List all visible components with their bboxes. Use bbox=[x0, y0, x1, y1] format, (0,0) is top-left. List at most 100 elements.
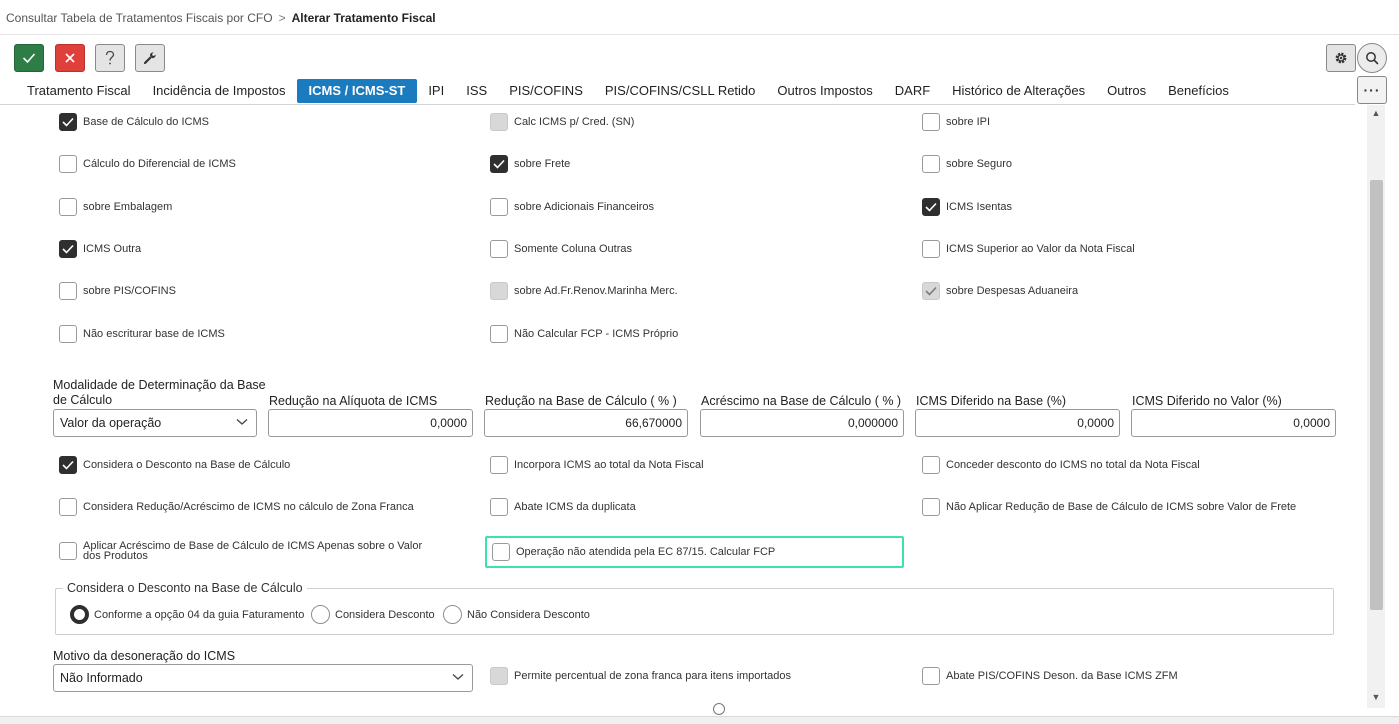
gear-icon bbox=[1335, 52, 1347, 64]
diferido-valor-label: ICMS Diferido no Valor (%) bbox=[1132, 394, 1282, 408]
checkbox-sobre-frete[interactable]: sobre Frete bbox=[490, 155, 570, 173]
tab-beneficios[interactable]: Benefícios bbox=[1157, 79, 1240, 103]
checkbox-box[interactable] bbox=[922, 456, 940, 474]
checkbox-box[interactable] bbox=[59, 498, 77, 516]
tab-historico-alteracoes[interactable]: Histórico de Alterações bbox=[941, 79, 1096, 103]
checkbox-sobre-pis-cofins[interactable]: sobre PIS/COFINS bbox=[59, 282, 176, 300]
checkbox-nao-calcular-fcp[interactable]: Não Calcular FCP - ICMS Próprio bbox=[490, 325, 678, 343]
tab-tratamento-fiscal[interactable]: Tratamento Fiscal bbox=[16, 79, 142, 103]
scroll-up-arrow-icon[interactable]: ▲ bbox=[1371, 108, 1381, 118]
checkbox-box[interactable] bbox=[59, 325, 77, 343]
checkbox-operacao-nao-atendida[interactable]: Operação não atendida pela EC 87/15. Cal… bbox=[492, 543, 775, 561]
checkbox-box[interactable] bbox=[922, 667, 940, 685]
checkbox-box[interactable] bbox=[59, 198, 77, 216]
tab-pis-cofins-csll-retido[interactable]: PIS/COFINS/CSLL Retido bbox=[594, 79, 767, 103]
tab-darf[interactable]: DARF bbox=[884, 79, 941, 103]
checkbox-box[interactable] bbox=[59, 113, 77, 131]
scrollbar-thumb[interactable] bbox=[1370, 180, 1383, 610]
radio-circle[interactable] bbox=[443, 605, 462, 624]
radio-nao-considera-desconto[interactable]: Não Considera Desconto bbox=[443, 605, 590, 624]
tab-outros-impostos[interactable]: Outros Impostos bbox=[766, 79, 883, 103]
tools-button[interactable] bbox=[135, 44, 165, 72]
radio-considera-desconto[interactable]: Considera Desconto bbox=[311, 605, 435, 624]
checkbox-box[interactable] bbox=[922, 240, 940, 258]
checkbox-icms-isentas[interactable]: ICMS Isentas bbox=[922, 198, 1012, 216]
checkbox-label: Considera Redução/Acréscimo de ICMS no c… bbox=[83, 501, 414, 513]
checkbox-box[interactable] bbox=[492, 543, 510, 561]
checkbox-label: Somente Coluna Outras bbox=[514, 243, 633, 255]
modalidade-select[interactable]: Valor da operação bbox=[53, 409, 257, 437]
checkbox-abate-pis-cofins-zfm[interactable]: Abate PIS/COFINS Deson. da Base ICMS ZFM bbox=[922, 667, 1178, 685]
checkbox-incorpora-icms[interactable]: Incorpora ICMS ao total da Nota Fiscal bbox=[490, 456, 704, 474]
reducao-base-input[interactable]: 66,670000 bbox=[484, 409, 688, 437]
checkbox-box bbox=[922, 282, 940, 300]
chevron-down-icon bbox=[236, 419, 248, 425]
checkbox-sobre-ad-fr-renov: sobre Ad.Fr.Renov.Marinha Merc. bbox=[490, 282, 678, 300]
checkbox-box[interactable] bbox=[59, 240, 77, 258]
checkbox-icms-outra[interactable]: ICMS Outra bbox=[59, 240, 141, 258]
checkbox-box[interactable] bbox=[490, 456, 508, 474]
checkbox-abate-icms-duplicata[interactable]: Abate ICMS da duplicata bbox=[490, 498, 636, 516]
tab-incidencia-impostos[interactable]: Incidência de Impostos bbox=[142, 79, 297, 103]
cancel-button[interactable] bbox=[55, 44, 85, 72]
checkbox-nao-escriturar[interactable]: Não escriturar base de ICMS bbox=[59, 325, 225, 343]
tab-pis-cofins[interactable]: PIS/COFINS bbox=[498, 79, 594, 103]
checkbox-sobre-embalagem[interactable]: sobre Embalagem bbox=[59, 198, 172, 216]
checkbox-box[interactable] bbox=[490, 155, 508, 173]
confirm-button[interactable] bbox=[14, 44, 44, 72]
checkbox-box[interactable] bbox=[922, 198, 940, 216]
checkbox-calculo-diferencial[interactable]: Cálculo do Diferencial de ICMS bbox=[59, 155, 236, 173]
checkbox-box[interactable] bbox=[490, 198, 508, 216]
tab-iss[interactable]: ISS bbox=[455, 79, 498, 103]
checkbox-sobre-ipi[interactable]: sobre IPI bbox=[922, 113, 990, 131]
checkbox-sobre-adicionais-financeiros[interactable]: sobre Adicionais Financeiros bbox=[490, 198, 654, 216]
checkbox-box[interactable] bbox=[922, 113, 940, 131]
help-button[interactable] bbox=[95, 44, 125, 72]
diferido-valor-input[interactable]: 0,0000 bbox=[1131, 409, 1336, 437]
checkbox-somente-coluna-outras[interactable]: Somente Coluna Outras bbox=[490, 240, 632, 258]
tab-outros[interactable]: Outros bbox=[1096, 79, 1157, 103]
checkbox-sobre-seguro[interactable]: sobre Seguro bbox=[922, 155, 1012, 173]
checkbox-box[interactable] bbox=[922, 155, 940, 173]
checkbox-box[interactable] bbox=[490, 325, 508, 343]
header-divider bbox=[0, 34, 1399, 35]
reducao-aliquota-input[interactable]: 0,0000 bbox=[268, 409, 473, 437]
acrescimo-base-input[interactable]: 0,000000 bbox=[700, 409, 904, 437]
scroll-down-arrow-icon[interactable]: ▼ bbox=[1371, 692, 1381, 702]
checkbox-box[interactable] bbox=[59, 155, 77, 173]
acrescimo-base-label: Acréscimo na Base de Cálculo ( % ) bbox=[701, 394, 902, 408]
tab-icms-icms-st[interactable]: ICMS / ICMS-ST bbox=[296, 79, 418, 103]
more-options-button[interactable]: ··· bbox=[1357, 76, 1387, 104]
more-dots-icon: ··· bbox=[1363, 82, 1381, 98]
checkbox-box[interactable] bbox=[490, 240, 508, 258]
checkbox-box[interactable] bbox=[59, 456, 77, 474]
diferido-base-input[interactable]: 0,0000 bbox=[915, 409, 1120, 437]
checkbox-icms-superior[interactable]: ICMS Superior ao Valor da Nota Fiscal bbox=[922, 240, 1135, 258]
page-title: Alterar Tratamento Fiscal bbox=[291, 11, 436, 25]
checkbox-box[interactable] bbox=[922, 498, 940, 516]
checkbox-conceder-desconto[interactable]: Conceder desconto do ICMS no total da No… bbox=[922, 456, 1200, 474]
motivo-desoneracao-label: Motivo da desoneração do ICMS bbox=[53, 649, 236, 663]
checkbox-base-calculo-icms[interactable]: Base de Cálculo do ICMS bbox=[59, 113, 209, 131]
settings-button[interactable] bbox=[1326, 44, 1356, 72]
checkbox-box[interactable] bbox=[59, 542, 77, 560]
checkbox-nao-aplicar-reducao-frete[interactable]: Não Aplicar Redução de Base de Cálculo d… bbox=[922, 498, 1296, 516]
checkbox-label: Aplicar Acréscimo de Base de Cálculo de … bbox=[83, 540, 423, 562]
checkbox-box[interactable] bbox=[490, 498, 508, 516]
search-button[interactable] bbox=[1357, 43, 1387, 73]
checkbox-aplicar-acrescimo[interactable]: Aplicar Acréscimo de Base de Cálculo de … bbox=[59, 540, 439, 562]
radio-circle[interactable] bbox=[70, 605, 89, 624]
tab-ipi[interactable]: IPI bbox=[417, 79, 455, 103]
search-icon bbox=[1366, 52, 1379, 65]
checkbox-considera-reducao-zf[interactable]: Considera Redução/Acréscimo de ICMS no c… bbox=[59, 498, 414, 516]
radio-circle[interactable] bbox=[311, 605, 330, 624]
breadcrumb-parent-link[interactable]: Consultar Tabela de Tratamentos Fiscais … bbox=[6, 11, 273, 25]
checkbox-label: Operação não atendida pela EC 87/15. Cal… bbox=[516, 546, 776, 558]
motivo-desoneracao-select[interactable]: Não Informado bbox=[53, 664, 473, 692]
partial-radio-circle bbox=[713, 703, 725, 715]
checkbox-label: Conceder desconto do ICMS no total da No… bbox=[946, 459, 1200, 471]
checkbox-considera-desconto[interactable]: Considera o Desconto na Base de Cálculo bbox=[59, 456, 290, 474]
checkbox-box[interactable] bbox=[59, 282, 77, 300]
checkmark-icon bbox=[62, 117, 74, 127]
radio-conforme-opcao-04[interactable]: Conforme a opção 04 da guia Faturamento bbox=[70, 605, 304, 624]
